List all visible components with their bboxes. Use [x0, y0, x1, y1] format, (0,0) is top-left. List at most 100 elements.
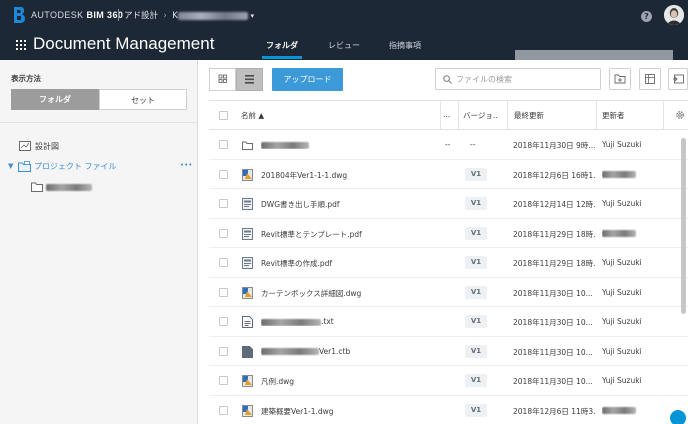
avatar[interactable]: [664, 5, 684, 25]
project-files-icon: [18, 161, 31, 172]
column-version[interactable]: バージョ..: [463, 110, 498, 121]
view-folder-button[interactable]: フォルダ: [11, 89, 99, 110]
table-row[interactable]: .txt V1 2018年11月30日 10... Yuji Suzuki: [209, 307, 688, 337]
updated-by-cell: [602, 406, 662, 415]
more-options-icon[interactable]: •••: [180, 161, 192, 169]
version-badge[interactable]: V1: [465, 285, 487, 299]
updated-by-cell: [602, 170, 662, 179]
pdf-file-icon: [242, 257, 253, 269]
updated-by-cell: Yuji Suzuki: [602, 199, 642, 208]
row-more-cell: --: [445, 140, 451, 149]
row-checkbox[interactable]: [219, 346, 228, 356]
table-row[interactable]: 凡例.dwg V1 2018年11月30日 10... Yuji Suzuki: [209, 366, 688, 396]
project-name-initial: K: [172, 11, 178, 21]
tab-reviews[interactable]: レビュー: [328, 40, 360, 51]
file-name[interactable]: DWG書き出し手順.pdf: [261, 199, 437, 210]
version-badge[interactable]: V1: [465, 374, 487, 387]
row-checkbox[interactable]: [219, 258, 228, 267]
column-divider[interactable]: [507, 101, 508, 129]
sheet-view-button[interactable]: [639, 68, 661, 90]
row-checkbox[interactable]: [219, 405, 228, 415]
list-view-button[interactable]: [236, 68, 263, 91]
file-name[interactable]: 建築概要Ver1-1.dwg: [261, 406, 437, 417]
version-badge[interactable]: V1: [465, 403, 487, 417]
sidebar-item-plans[interactable]: 設計図: [35, 141, 59, 152]
row-checkbox[interactable]: [219, 287, 228, 297]
version-badge[interactable]: V1: [465, 197, 487, 210]
bim360-logo-icon[interactable]: [13, 7, 25, 23]
file-icon: [242, 345, 253, 358]
last-updated-cell: 2018年12月6日 16時1...: [513, 170, 595, 180]
column-divider[interactable]: [596, 101, 597, 129]
updated-by-cell: Yuji Suzuki: [602, 346, 642, 356]
dwg-file-icon: [242, 286, 253, 299]
column-divider[interactable]: [663, 101, 664, 129]
export-button[interactable]: [668, 68, 688, 90]
last-updated-cell: 2018年11月30日 10...: [513, 377, 593, 386]
table-row[interactable]: 201804年Ver1-1-1.dwg V1 2018年12月6日 16時1...: [209, 159, 688, 189]
table-row[interactable]: Ver1.ctb V1 2018年11月30日 10... Yuji Suzuki: [209, 336, 688, 366]
tab-folders[interactable]: フォルダ: [266, 40, 298, 51]
row-checkbox[interactable]: [219, 169, 228, 179]
table-row[interactable]: Revit標準とテンプレート.pdf V1 2018年11月29日 18時...: [209, 218, 688, 248]
file-name[interactable]: Revit標準の作成.pdf: [261, 258, 437, 269]
file-name-text: カーテンボックス詳細図.dwg: [261, 288, 362, 298]
search-box[interactable]: [435, 68, 601, 90]
column-name[interactable]: 名前 ▲: [241, 110, 264, 121]
pdf-file-icon: [242, 227, 253, 240]
chat-support-button[interactable]: [670, 410, 686, 424]
version-badge[interactable]: V1: [465, 226, 487, 240]
row-checkbox[interactable]: [219, 317, 228, 326]
column-updated[interactable]: 最終更新: [514, 110, 544, 121]
search-input[interactable]: [456, 72, 596, 86]
file-name-text: 建築概要Ver1-1.dwg: [261, 406, 334, 416]
pdf-file-icon: [242, 198, 253, 210]
tab-issues[interactable]: 指摘事項: [389, 40, 421, 51]
file-name-text: Revit標準の作成.pdf: [261, 259, 332, 268]
table-row[interactable]: 建築概要Ver1-1.dwg V1 2018年12月6日 11時3...: [209, 395, 688, 424]
grid-view-button[interactable]: [209, 68, 236, 91]
file-name-text: Ver1.ctb: [319, 346, 351, 356]
file-name[interactable]: Revit標準とテンプレート.pdf: [261, 229, 437, 240]
app-grid-icon[interactable]: [16, 40, 26, 50]
table-row[interactable]: -- -- 2018年11月30日 9時... Yuji Suzuki: [209, 130, 688, 160]
sidebar-item-project-files[interactable]: プロジェクト ファイル: [34, 161, 117, 172]
version-badge[interactable]: V1: [465, 167, 487, 181]
folder-icon: [31, 182, 43, 192]
sidebar-subfolder-redacted[interactable]: [46, 183, 92, 192]
row-checkbox[interactable]: [219, 140, 228, 149]
file-name[interactable]: [261, 140, 437, 149]
table-row[interactable]: カーテンボックス詳細図.dwg V1 2018年11月30日 10... Yuji S…: [209, 277, 688, 307]
version-badge[interactable]: V1: [465, 256, 487, 269]
row-checkbox[interactable]: [219, 228, 228, 238]
file-name[interactable]: カーテンボックス詳細図.dwg: [261, 288, 437, 299]
version-badge[interactable]: V1: [465, 315, 487, 328]
column-divider[interactable]: [458, 101, 459, 129]
column-updated-by[interactable]: 更新者: [602, 110, 625, 121]
file-name[interactable]: 201804年Ver1-1-1.dwg: [261, 170, 437, 181]
row-checkbox[interactable]: [219, 376, 228, 385]
file-name[interactable]: 凡例.dwg: [261, 376, 437, 387]
view-set-button[interactable]: セット: [99, 89, 187, 110]
active-tab-indicator: [262, 56, 302, 59]
sidebar-divider: [0, 122, 197, 123]
version-badge[interactable]: V1: [465, 344, 487, 358]
help-icon[interactable]: ?: [641, 11, 652, 22]
caret-down-icon[interactable]: ▼: [8, 162, 13, 170]
scrollbar[interactable]: [681, 138, 686, 314]
column-more[interactable]: ...: [443, 110, 450, 119]
file-name[interactable]: .txt: [261, 317, 437, 326]
column-divider[interactable]: [440, 101, 441, 129]
file-name[interactable]: Ver1.ctb: [261, 347, 437, 356]
gear-icon[interactable]: [675, 110, 685, 120]
new-folder-button[interactable]: [609, 68, 631, 90]
folder-icon: [242, 141, 253, 150]
table-row[interactable]: Revit標準の作成.pdf V1 2018年11月29日 18時... Yuji S…: [209, 248, 688, 278]
updated-by-cell: Yuji Suzuki: [602, 317, 642, 326]
select-all-checkbox[interactable]: [219, 111, 228, 120]
table-row[interactable]: DWG書き出し手順.pdf V1 2018年12月14日 12時... Yuji Su…: [209, 189, 688, 219]
file-name-text: 201804年Ver1-1-1.dwg: [261, 170, 348, 180]
row-checkbox[interactable]: [219, 199, 228, 208]
upload-button[interactable]: アップロード: [272, 68, 343, 91]
project-selector[interactable]: アド設計 › K ▾: [124, 9, 254, 21]
